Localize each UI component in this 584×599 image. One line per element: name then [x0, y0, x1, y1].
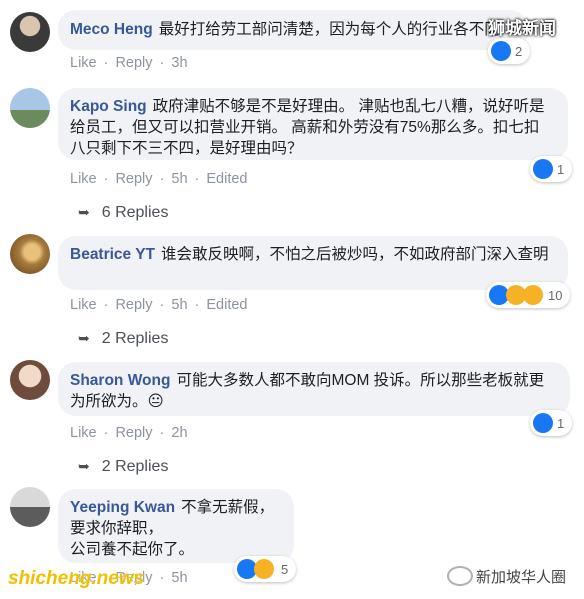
- comment-actions: Like · Reply · 5h · Edited: [70, 171, 248, 187]
- watermark-top: 狮城新闻: [488, 19, 556, 38]
- comment-author[interactable]: Meco Heng: [70, 21, 153, 38]
- reply-link[interactable]: Reply: [115, 425, 152, 441]
- reply-arrow-icon: ➥: [78, 458, 90, 474]
- comment-time[interactable]: 5h: [171, 297, 187, 313]
- watermark-bottom-right: 新加坡华人圈: [476, 569, 567, 586]
- reaction-count[interactable]: 10: [486, 282, 571, 308]
- comment-bubble: Sharon Wong 可能大多数人都不敢向MOM 投诉。所以那些老板就更为所欲为…: [58, 362, 570, 416]
- avatar[interactable]: [10, 234, 50, 274]
- comment-text-line: 公司養不起你了。: [70, 541, 195, 558]
- comment-bubble: Beatrice YT 谁会敢反映啊，不怕之后被炒吗，不如政府部门深入查明: [58, 236, 568, 290]
- like-link[interactable]: Like: [70, 297, 97, 313]
- like-reaction-icon: [533, 413, 553, 433]
- like-link[interactable]: Like: [70, 171, 97, 187]
- edited-label[interactable]: Edited: [206, 171, 247, 187]
- comment-bubble: Kapo Sing 政府津贴不够是不是好理由。 津贴也乱七八糟，说好听是给员工，但…: [58, 88, 568, 160]
- reply-link[interactable]: Reply: [115, 297, 152, 313]
- reply-link[interactable]: Reply: [115, 171, 152, 187]
- comment-time[interactable]: 5h: [171, 171, 187, 187]
- like-reaction-icon: [491, 41, 511, 61]
- comment-actions: Like · Reply · 2h: [70, 425, 188, 441]
- view-replies-link[interactable]: ➥ 6 Replies: [78, 204, 168, 222]
- comment-time[interactable]: 3h: [171, 55, 187, 71]
- comment-actions: Like · Reply · 3h: [70, 55, 188, 71]
- comment-text-line: 要求你辞职，: [70, 520, 164, 537]
- comment-author[interactable]: Beatrice YT: [70, 246, 155, 263]
- wow-reaction-icon: [523, 285, 543, 305]
- haha-reaction-icon: [254, 559, 274, 579]
- comment-actions: Like · Reply · 5h · Edited: [70, 297, 248, 313]
- view-replies-link[interactable]: ➥ 2 Replies: [78, 330, 168, 348]
- avatar[interactable]: [10, 360, 50, 400]
- comment-author[interactable]: Yeeping Kwan: [70, 499, 175, 516]
- comment-bubble: Yeeping Kwan 不拿无薪假， 要求你辞职， 公司養不起你了。: [58, 489, 294, 563]
- like-reaction-icon: [533, 159, 553, 179]
- like-link[interactable]: Like: [70, 55, 97, 71]
- comment-author[interactable]: Sharon Wong: [70, 372, 170, 389]
- watermark-bottom-left: shicheng.news: [8, 568, 145, 589]
- avatar[interactable]: [10, 12, 50, 52]
- view-replies-link[interactable]: ➥ 2 Replies: [78, 458, 168, 476]
- reaction-count[interactable]: 2: [488, 38, 531, 64]
- like-link[interactable]: Like: [70, 425, 97, 441]
- reply-arrow-icon: ➥: [78, 330, 90, 346]
- comment-time[interactable]: 5h: [171, 570, 187, 586]
- comment-text-line: 不拿无薪假，: [181, 499, 275, 516]
- reply-arrow-icon: ➥: [78, 204, 90, 220]
- wechat-icon: [447, 566, 473, 586]
- edited-label[interactable]: Edited: [206, 297, 247, 313]
- avatar[interactable]: [10, 88, 50, 128]
- reaction-count[interactable]: 1: [530, 156, 573, 182]
- reply-link[interactable]: Reply: [115, 55, 152, 71]
- comment-text: 谁会敢反映啊，不怕之后被炒吗，不如政府部门深入查明: [161, 246, 549, 263]
- comment-author[interactable]: Kapo Sing: [70, 98, 147, 115]
- reaction-count[interactable]: 5: [234, 556, 297, 582]
- comment-bubble: Meco Heng 最好打给劳工部问清楚，因为每个人的行业各不同: [58, 10, 528, 50]
- avatar[interactable]: [10, 487, 50, 527]
- reaction-count[interactable]: 1: [530, 410, 573, 436]
- comment-text: 最好打给劳工部问清楚，因为每个人的行业各不同: [158, 21, 500, 38]
- comment-time[interactable]: 2h: [171, 425, 187, 441]
